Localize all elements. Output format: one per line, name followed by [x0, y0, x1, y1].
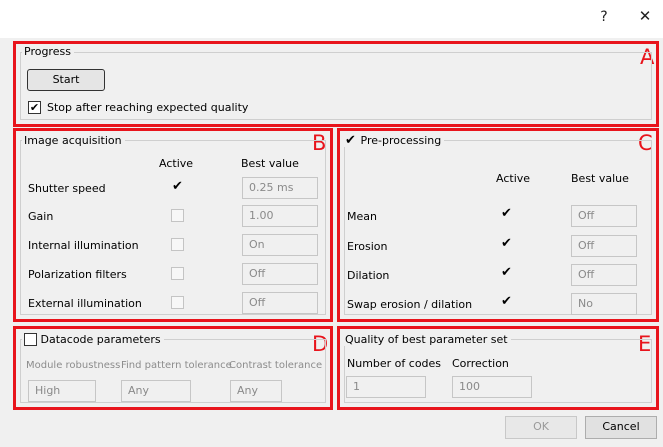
- pre-processing-best-value-header: Best value: [571, 172, 629, 185]
- erosion-active-checkbox[interactable]: ✔: [500, 237, 513, 250]
- dilation-label: Dilation: [347, 269, 390, 282]
- ok-button[interactable]: OK: [505, 416, 577, 439]
- cancel-button[interactable]: Cancel: [585, 416, 657, 439]
- mean-best-value: Off: [571, 205, 637, 227]
- datacode-parameters-title-wrap: Datacode parameters: [22, 333, 164, 346]
- help-icon[interactable]: ?: [596, 9, 612, 25]
- gain-label: Gain: [28, 210, 54, 223]
- close-icon[interactable]: ✕: [636, 7, 654, 25]
- correction-label: Correction: [452, 357, 509, 370]
- internal-illumination-label: Internal illumination: [28, 239, 139, 252]
- swap-erosion-dilation-active-checkbox[interactable]: ✔: [500, 295, 513, 308]
- module-robustness-label: Module robustness: [26, 360, 121, 371]
- external-illumination-active-checkbox[interactable]: [171, 296, 184, 309]
- shutter-speed-label: Shutter speed: [28, 182, 106, 195]
- pre-processing-group: [344, 140, 652, 315]
- title-bar: ? ✕: [0, 0, 663, 38]
- pre-processing-title: Pre-processing: [360, 134, 442, 147]
- mean-label: Mean: [347, 210, 377, 223]
- external-illumination-label: External illumination: [28, 297, 142, 310]
- dilation-best-value: Off: [571, 264, 637, 286]
- erosion-label: Erosion: [347, 240, 388, 253]
- stop-after-quality-checkbox[interactable]: ✔: [28, 101, 41, 114]
- quality-group-title: Quality of best parameter set: [343, 333, 511, 346]
- number-of-codes-label: Number of codes: [347, 357, 442, 370]
- shutter-speed-best-value: 0.25 ms: [242, 177, 318, 199]
- pre-processing-title-wrap: ✔ Pre-processing: [344, 134, 445, 147]
- swap-erosion-dilation-label: Swap erosion / dilation: [347, 298, 473, 311]
- polarization-filters-active-checkbox[interactable]: [171, 267, 184, 280]
- external-illumination-best-value: Off: [242, 292, 318, 314]
- datacode-parameters-checkbox[interactable]: [24, 333, 37, 346]
- progress-group-title: Progress: [22, 45, 74, 58]
- acquisition-best-value-header: Best value: [241, 157, 299, 170]
- contrast-tolerance-label: Contrast tolerance: [229, 360, 323, 371]
- find-pattern-tolerance-label: Find pattern tolerance: [121, 360, 232, 371]
- internal-illumination-active-checkbox[interactable]: [171, 238, 184, 251]
- dilation-active-checkbox[interactable]: ✔: [500, 266, 513, 279]
- polarization-filters-label: Polarization filters: [28, 268, 127, 281]
- contrast-tolerance-field: Any: [230, 380, 282, 402]
- erosion-best-value: Off: [571, 235, 637, 257]
- gain-active-checkbox[interactable]: [171, 209, 184, 222]
- image-acquisition-title: Image acquisition: [22, 134, 125, 147]
- find-pattern-tolerance-field: Any: [121, 380, 191, 402]
- correction-field: 100: [452, 376, 532, 398]
- number-of-codes-field: 1: [346, 376, 426, 398]
- gain-best-value: 1.00: [242, 205, 318, 227]
- mean-active-checkbox[interactable]: ✔: [500, 207, 513, 220]
- module-robustness-field: High: [28, 380, 96, 402]
- internal-illumination-best-value: On: [242, 234, 318, 256]
- polarization-filters-best-value: Off: [242, 263, 318, 285]
- shutter-speed-active-checkbox[interactable]: ✔: [171, 180, 184, 193]
- swap-erosion-dilation-best-value: No: [571, 293, 637, 315]
- pre-processing-active-header: Active: [496, 172, 531, 185]
- stop-after-quality-label: Stop after reaching expected quality: [47, 101, 249, 114]
- pre-processing-checkbox[interactable]: ✔: [344, 134, 357, 147]
- datacode-parameters-title: Datacode parameters: [40, 333, 161, 346]
- acquisition-active-header: Active: [159, 157, 194, 170]
- start-button[interactable]: Start: [27, 69, 105, 91]
